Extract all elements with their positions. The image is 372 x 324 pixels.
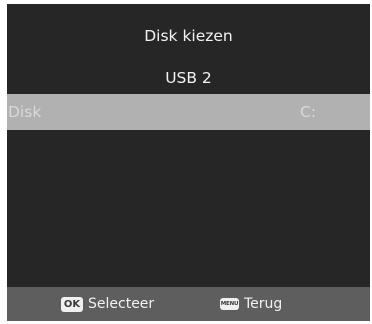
dialog-title: Disk kiezen (144, 27, 233, 45)
device-name: USB 2 (165, 69, 212, 87)
disk-name: Disk (8, 103, 42, 121)
drive-letter: C: (300, 103, 317, 121)
disk-list-empty-area (7, 130, 370, 287)
menu-key-icon: MENU (220, 298, 239, 310)
ok-key-icon: OK (61, 296, 83, 312)
disk-select-dialog: Disk kiezen USB 2 Disk C: OK Selecteer M… (7, 4, 370, 321)
select-hint[interactable]: OK Selecteer (61, 287, 154, 321)
back-label: Terug (244, 296, 283, 312)
footer-hint-bar: OK Selecteer MENU Terug (7, 287, 370, 321)
select-label: Selecteer (88, 296, 155, 312)
list-item-disk[interactable]: Disk C: (7, 94, 370, 130)
back-hint[interactable]: MENU Terug (220, 287, 282, 321)
